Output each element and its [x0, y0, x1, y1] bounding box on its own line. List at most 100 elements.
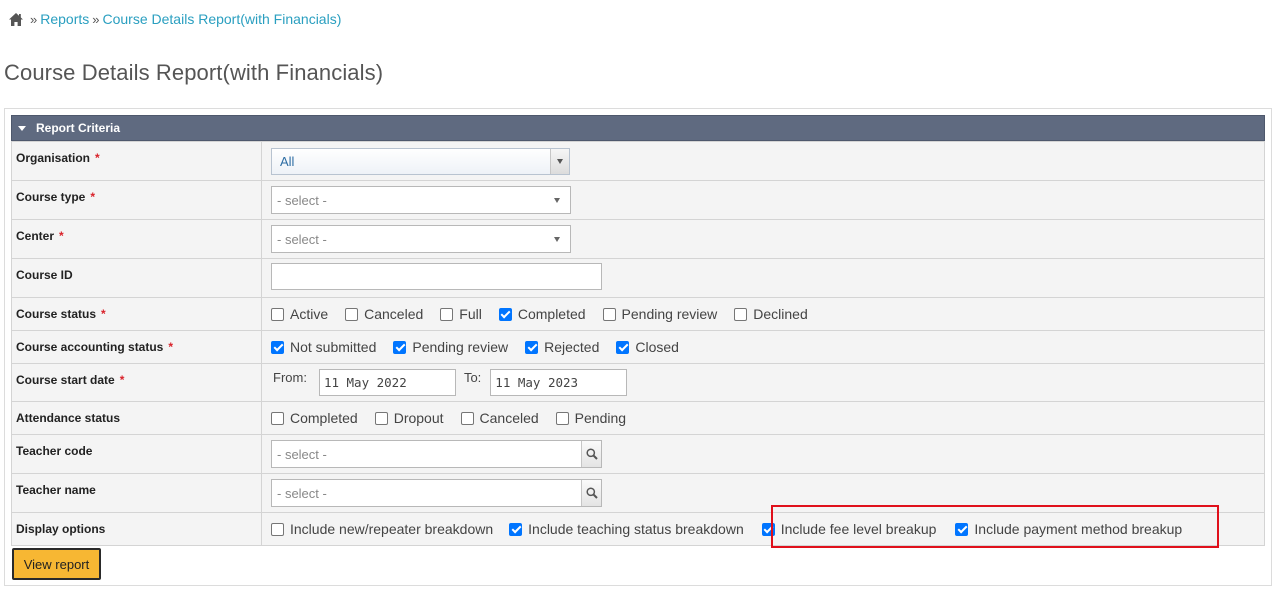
required-mark: *	[59, 229, 64, 243]
checkbox-label: Include new/repeater breakdown	[290, 521, 494, 537]
checkbox-unchecked-icon[interactable]	[271, 522, 284, 536]
checkbox-unchecked-icon[interactable]	[602, 307, 616, 321]
date-range: From: 11 May 2022 To: 11 May 2023	[273, 369, 1264, 396]
center-label: Center *	[11, 219, 262, 259]
row-course-type: Course type * - select -	[11, 180, 1265, 220]
row-start-date: Course start date * From: 11 May 2022 To:…	[11, 363, 1265, 402]
center-select-value: - select -	[277, 231, 327, 247]
checkbox-label: Completed	[290, 410, 358, 426]
checkbox-completed[interactable]: Completed	[271, 410, 358, 426]
checkbox-closed[interactable]: Closed	[616, 339, 679, 355]
checkbox-checked-icon[interactable]	[271, 340, 284, 354]
breadcrumb-link-reports[interactable]: Reports	[40, 11, 89, 27]
to-date-input[interactable]: 11 May 2023	[490, 369, 628, 396]
checkbox-checked-icon[interactable]	[955, 522, 969, 536]
checkbox-label: Full	[459, 306, 482, 322]
row-teacher-code: Teacher code - select -	[11, 434, 1265, 474]
checkbox-full[interactable]: Full	[440, 306, 482, 322]
criteria-table: Organisation * All Course type * - select …	[11, 141, 1265, 546]
course-type-select[interactable]: - select -	[271, 186, 571, 214]
course-type-select-value: - select -	[277, 192, 327, 208]
checkbox-canceled[interactable]: Canceled	[345, 306, 423, 322]
checkbox-canceled[interactable]: Canceled	[460, 410, 539, 426]
collapse-caret-icon[interactable]	[18, 126, 26, 131]
row-accounting-status: Course accounting status * Not submitted P…	[11, 330, 1265, 364]
center-select[interactable]: - select -	[271, 225, 571, 253]
teacher-code-value: - select -	[277, 446, 327, 462]
checkbox-unchecked-icon[interactable]	[271, 307, 284, 321]
required-mark: *	[168, 340, 174, 354]
checkbox-not-submitted[interactable]: Not submitted	[271, 339, 376, 355]
checkbox-label: Declined	[753, 306, 808, 322]
required-mark: *	[119, 372, 125, 387]
checkbox-label: Canceled	[479, 410, 539, 426]
course-id-label: Course ID	[11, 258, 262, 298]
checkbox-label: Completed	[517, 306, 586, 322]
search-icon[interactable]	[581, 480, 601, 506]
checkbox-include-payment-method-breakup[interactable]: Include payment method breakup	[955, 521, 1182, 537]
checkbox-unchecked-icon[interactable]	[440, 307, 454, 321]
breadcrumb-separator: »	[30, 11, 38, 27]
page-title: Course Details Report(with Financials)	[4, 60, 384, 85]
to-label: To:	[463, 370, 482, 385]
checkbox-dropout[interactable]: Dropout	[374, 410, 444, 426]
organisation-select[interactable]: All	[271, 147, 570, 175]
course-id-input[interactable]	[271, 263, 602, 290]
checkbox-unchecked-icon[interactable]	[734, 307, 748, 321]
checkbox-unchecked-icon[interactable]	[345, 307, 359, 321]
checkbox-label: Include fee level breakup	[780, 521, 937, 537]
checkbox-pending-review[interactable]: Pending review	[393, 339, 508, 355]
home-icon[interactable]	[9, 12, 23, 26]
course-type-label: Course type *	[11, 180, 262, 220]
checkbox-include-teaching-status-breakdown[interactable]: Include teaching status breakdown	[509, 521, 744, 537]
view-report-button[interactable]: View report	[12, 548, 101, 580]
row-course-status: Course status * Active Canceled Full Complet…	[11, 297, 1265, 331]
report-criteria-header[interactable]: Report Criteria	[11, 115, 1265, 141]
checkbox-unchecked-icon[interactable]	[555, 411, 569, 425]
search-icon[interactable]	[581, 441, 601, 467]
checkbox-label: Not submitted	[290, 339, 377, 355]
checkbox-checked-icon[interactable]	[616, 340, 630, 354]
checkbox-unchecked-icon[interactable]	[460, 411, 474, 425]
accounting-status-label: Course accounting status *	[11, 330, 262, 364]
checkbox-active[interactable]: Active	[271, 306, 328, 322]
chevron-down-icon	[554, 197, 560, 203]
checkbox-checked-icon[interactable]	[393, 340, 407, 354]
dropdown-arrow-icon[interactable]	[550, 148, 569, 174]
teacher-code-select[interactable]: - select -	[271, 440, 602, 468]
checkbox-label: Dropout	[393, 410, 444, 426]
checkbox-include-fee-level-breakup[interactable]: Include fee level breakup	[761, 521, 937, 537]
teacher-name-select[interactable]: - select -	[271, 479, 602, 507]
report-criteria-container: Report Criteria Organisation * All Course…	[4, 108, 1272, 586]
checkbox-pending[interactable]: Pending	[555, 410, 627, 426]
required-mark: *	[90, 190, 96, 204]
checkbox-checked-icon[interactable]	[761, 522, 775, 536]
organisation-label: Organisation *	[11, 141, 262, 181]
organisation-select-value: All	[280, 153, 295, 169]
checkbox-rejected[interactable]: Rejected	[525, 339, 599, 355]
checkbox-unchecked-icon[interactable]	[374, 411, 388, 425]
checkbox-completed[interactable]: Completed	[498, 306, 586, 322]
course-status-options: Active Canceled Full Completed Pending revie…	[271, 305, 1264, 323]
start-date-label: Course start date *	[11, 363, 262, 402]
checkbox-unchecked-icon[interactable]	[271, 411, 284, 425]
checkbox-label: Closed	[635, 339, 679, 355]
row-attendance-status: Attendance status Completed Dropout Cancel…	[11, 401, 1265, 435]
checkbox-label: Active	[290, 306, 329, 322]
row-teacher-name: Teacher name - select -	[11, 473, 1265, 513]
checkbox-label: Include payment method breakup	[974, 521, 1183, 537]
checkbox-checked-icon[interactable]	[525, 340, 539, 354]
checkbox-checked-icon[interactable]	[498, 307, 512, 321]
breadcrumb-separator: »	[92, 11, 100, 27]
checkbox-label: Pending	[574, 410, 627, 426]
from-date-input[interactable]: 11 May 2022	[318, 369, 456, 396]
accounting-status-options: Not submitted Pending review Rejected Close…	[271, 338, 1264, 356]
checkbox-label: Canceled	[364, 306, 424, 322]
checkbox-checked-icon[interactable]	[509, 522, 523, 536]
breadcrumb-link-course-details[interactable]: Course Details Report(with Financials)	[103, 11, 342, 27]
checkbox-pending-review[interactable]: Pending review	[602, 306, 717, 322]
row-display-options: Display options Include new/repeater bre…	[11, 512, 1265, 546]
chevron-down-icon	[554, 236, 560, 242]
checkbox-include-new-repeater-breakdown[interactable]: Include new/repeater breakdown	[271, 521, 493, 537]
checkbox-declined[interactable]: Declined	[734, 306, 808, 322]
